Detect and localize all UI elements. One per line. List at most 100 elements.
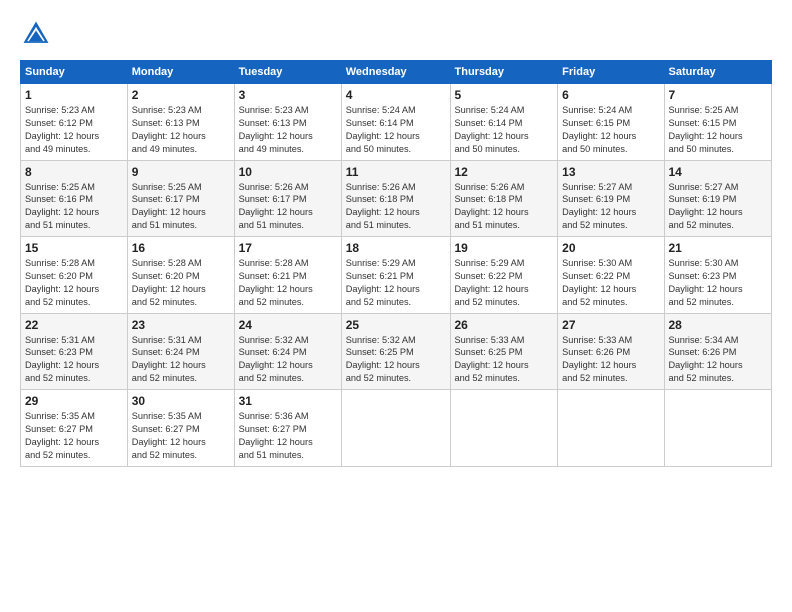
day-info: Sunrise: 5:30 AM Sunset: 6:22 PM Dayligh…: [562, 257, 659, 309]
day-info: Sunrise: 5:27 AM Sunset: 6:19 PM Dayligh…: [669, 181, 768, 233]
day-number: 30: [132, 394, 230, 408]
week-row-3: 15 Sunrise: 5:28 AM Sunset: 6:20 PM Dayli…: [21, 237, 772, 314]
day-number: 16: [132, 241, 230, 255]
day-cell: 17 Sunrise: 5:28 AM Sunset: 6:21 PM Dayli…: [234, 237, 341, 314]
day-number: 22: [25, 318, 123, 332]
day-number: 12: [455, 165, 554, 179]
day-number: 15: [25, 241, 123, 255]
day-info: Sunrise: 5:31 AM Sunset: 6:24 PM Dayligh…: [132, 334, 230, 386]
day-info: Sunrise: 5:28 AM Sunset: 6:20 PM Dayligh…: [25, 257, 123, 309]
day-cell: [341, 390, 450, 467]
day-info: Sunrise: 5:30 AM Sunset: 6:23 PM Dayligh…: [669, 257, 768, 309]
day-number: 6: [562, 88, 659, 102]
day-cell: 19 Sunrise: 5:29 AM Sunset: 6:22 PM Dayli…: [450, 237, 558, 314]
day-cell: 26 Sunrise: 5:33 AM Sunset: 6:25 PM Dayli…: [450, 313, 558, 390]
day-info: Sunrise: 5:33 AM Sunset: 6:26 PM Dayligh…: [562, 334, 659, 386]
logo-icon: [20, 18, 52, 50]
day-cell: 12Sunrise: 5:26 AM Sunset: 6:18 PM Dayli…: [450, 160, 558, 237]
header-cell-thursday: Thursday: [450, 61, 558, 84]
day-number: 27: [562, 318, 659, 332]
day-number: 3: [239, 88, 337, 102]
calendar-table: SundayMondayTuesdayWednesdayThursdayFrid…: [20, 60, 772, 467]
day-info: Sunrise: 5:25 AM Sunset: 6:15 PM Dayligh…: [669, 104, 768, 156]
day-number: 18: [346, 241, 446, 255]
logo: [20, 18, 58, 50]
day-cell: 9Sunrise: 5:25 AM Sunset: 6:17 PM Daylig…: [127, 160, 234, 237]
day-number: 28: [669, 318, 768, 332]
day-number: 19: [455, 241, 554, 255]
day-cell: 30 Sunrise: 5:35 AM Sunset: 6:27 PM Dayli…: [127, 390, 234, 467]
day-cell: 11Sunrise: 5:26 AM Sunset: 6:18 PM Dayli…: [341, 160, 450, 237]
day-info: Sunrise: 5:28 AM Sunset: 6:21 PM Dayligh…: [239, 257, 337, 309]
day-cell: [450, 390, 558, 467]
header-cell-saturday: Saturday: [664, 61, 772, 84]
day-info: Sunrise: 5:28 AM Sunset: 6:20 PM Dayligh…: [132, 257, 230, 309]
day-info: Sunrise: 5:24 AM Sunset: 6:14 PM Dayligh…: [455, 104, 554, 156]
day-info: Sunrise: 5:25 AM Sunset: 6:16 PM Dayligh…: [25, 181, 123, 233]
day-cell: 23 Sunrise: 5:31 AM Sunset: 6:24 PM Dayli…: [127, 313, 234, 390]
day-number: 21: [669, 241, 768, 255]
day-cell: [558, 390, 664, 467]
header-cell-wednesday: Wednesday: [341, 61, 450, 84]
day-info: Sunrise: 5:29 AM Sunset: 6:22 PM Dayligh…: [455, 257, 554, 309]
day-cell: 5 Sunrise: 5:24 AM Sunset: 6:14 PM Daylig…: [450, 84, 558, 161]
day-cell: 1 Sunrise: 5:23 AM Sunset: 6:12 PM Daylig…: [21, 84, 128, 161]
day-number: 25: [346, 318, 446, 332]
day-info: Sunrise: 5:24 AM Sunset: 6:15 PM Dayligh…: [562, 104, 659, 156]
day-info: Sunrise: 5:35 AM Sunset: 6:27 PM Dayligh…: [132, 410, 230, 462]
day-cell: 6 Sunrise: 5:24 AM Sunset: 6:15 PM Daylig…: [558, 84, 664, 161]
day-number: 14: [669, 165, 768, 179]
day-number: 7: [669, 88, 768, 102]
day-number: 10: [239, 165, 337, 179]
day-info: Sunrise: 5:29 AM Sunset: 6:21 PM Dayligh…: [346, 257, 446, 309]
day-cell: 15 Sunrise: 5:28 AM Sunset: 6:20 PM Dayli…: [21, 237, 128, 314]
header-cell-sunday: Sunday: [21, 61, 128, 84]
day-number: 20: [562, 241, 659, 255]
day-info: Sunrise: 5:26 AM Sunset: 6:17 PM Dayligh…: [239, 181, 337, 233]
day-cell: 20 Sunrise: 5:30 AM Sunset: 6:22 PM Dayli…: [558, 237, 664, 314]
day-number: 29: [25, 394, 123, 408]
header-row: SundayMondayTuesdayWednesdayThursdayFrid…: [21, 61, 772, 84]
day-info: Sunrise: 5:25 AM Sunset: 6:17 PM Dayligh…: [132, 181, 230, 233]
day-info: Sunrise: 5:24 AM Sunset: 6:14 PM Dayligh…: [346, 104, 446, 156]
day-cell: 25 Sunrise: 5:32 AM Sunset: 6:25 PM Dayli…: [341, 313, 450, 390]
day-info: Sunrise: 5:23 AM Sunset: 6:12 PM Dayligh…: [25, 104, 123, 156]
header: [20, 18, 772, 50]
day-cell: 4 Sunrise: 5:24 AM Sunset: 6:14 PM Daylig…: [341, 84, 450, 161]
day-number: 5: [455, 88, 554, 102]
day-cell: 27 Sunrise: 5:33 AM Sunset: 6:26 PM Dayli…: [558, 313, 664, 390]
day-cell: 18 Sunrise: 5:29 AM Sunset: 6:21 PM Dayli…: [341, 237, 450, 314]
day-cell: 8 Sunrise: 5:25 AM Sunset: 6:16 PM Daylig…: [21, 160, 128, 237]
day-cell: 29 Sunrise: 5:35 AM Sunset: 6:27 PM Dayli…: [21, 390, 128, 467]
day-cell: 13Sunrise: 5:27 AM Sunset: 6:19 PM Dayli…: [558, 160, 664, 237]
day-cell: 10 Sunrise: 5:26 AM Sunset: 6:17 PM Dayli…: [234, 160, 341, 237]
day-number: 26: [455, 318, 554, 332]
day-cell: 16 Sunrise: 5:28 AM Sunset: 6:20 PM Dayli…: [127, 237, 234, 314]
day-info: Sunrise: 5:33 AM Sunset: 6:25 PM Dayligh…: [455, 334, 554, 386]
day-number: 8: [25, 165, 123, 179]
day-number: 17: [239, 241, 337, 255]
day-info: Sunrise: 5:27 AM Sunset: 6:19 PM Dayligh…: [562, 181, 659, 233]
day-info: Sunrise: 5:36 AM Sunset: 6:27 PM Dayligh…: [239, 410, 337, 462]
day-cell: 22 Sunrise: 5:31 AM Sunset: 6:23 PM Dayli…: [21, 313, 128, 390]
day-info: Sunrise: 5:31 AM Sunset: 6:23 PM Dayligh…: [25, 334, 123, 386]
day-cell: 24 Sunrise: 5:32 AM Sunset: 6:24 PM Dayli…: [234, 313, 341, 390]
day-cell: [664, 390, 772, 467]
week-row-4: 22 Sunrise: 5:31 AM Sunset: 6:23 PM Dayli…: [21, 313, 772, 390]
week-row-2: 8 Sunrise: 5:25 AM Sunset: 6:16 PM Daylig…: [21, 160, 772, 237]
day-info: Sunrise: 5:23 AM Sunset: 6:13 PM Dayligh…: [239, 104, 337, 156]
day-cell: 28Sunrise: 5:34 AM Sunset: 6:26 PM Dayli…: [664, 313, 772, 390]
day-number: 23: [132, 318, 230, 332]
day-number: 1: [25, 88, 123, 102]
day-number: 31: [239, 394, 337, 408]
day-number: 24: [239, 318, 337, 332]
calendar-page: SundayMondayTuesdayWednesdayThursdayFrid…: [0, 0, 792, 612]
day-cell: 31 Sunrise: 5:36 AM Sunset: 6:27 PM Dayli…: [234, 390, 341, 467]
day-cell: 14 Sunrise: 5:27 AM Sunset: 6:19 PM Dayli…: [664, 160, 772, 237]
day-info: Sunrise: 5:32 AM Sunset: 6:25 PM Dayligh…: [346, 334, 446, 386]
day-number: 4: [346, 88, 446, 102]
day-number: 11: [346, 165, 446, 179]
day-info: Sunrise: 5:32 AM Sunset: 6:24 PM Dayligh…: [239, 334, 337, 386]
day-info: Sunrise: 5:35 AM Sunset: 6:27 PM Dayligh…: [25, 410, 123, 462]
week-row-5: 29 Sunrise: 5:35 AM Sunset: 6:27 PM Dayli…: [21, 390, 772, 467]
